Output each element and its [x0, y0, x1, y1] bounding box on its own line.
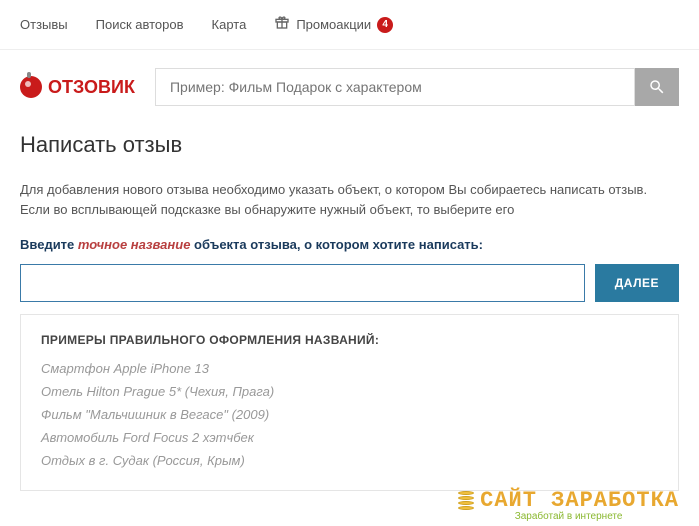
examples-box: ПРИМЕРЫ ПРАВИЛЬНОГО ОФОРМЛЕНИЯ НАЗВАНИЙ:…	[20, 314, 679, 491]
nav-map[interactable]: Карта	[212, 17, 247, 32]
gift-icon	[274, 14, 290, 35]
search-button[interactable]	[635, 68, 679, 106]
logo-icon	[20, 76, 42, 98]
example-item: Отдых в г. Судак (Россия, Крым)	[41, 453, 658, 468]
input-prompt: Введите точное название объекта отзыва, …	[20, 237, 679, 252]
prompt-highlight: точное название	[78, 237, 191, 252]
search-wrap	[155, 68, 679, 106]
coins-icon	[458, 491, 474, 510]
nav-promo[interactable]: Промоакции 4	[274, 14, 393, 35]
header: ОТЗОВИК	[0, 50, 699, 124]
nav-promo-label: Промоакции	[296, 17, 371, 32]
example-item: Отель Hilton Prague 5* (Чехия, Прага)	[41, 384, 658, 399]
example-item: Фильм "Мальчишник в Вегасе" (2009)	[41, 407, 658, 422]
example-item: Автомобиль Ford Focus 2 хэтчбек	[41, 430, 658, 445]
nav-authors[interactable]: Поиск авторов	[96, 17, 184, 32]
input-row: ДАЛЕЕ	[20, 264, 679, 302]
page-description: Для добавления нового отзыва необходимо …	[20, 180, 679, 219]
nav-reviews[interactable]: Отзывы	[20, 17, 68, 32]
search-icon	[648, 78, 666, 96]
example-item: Смартфон Apple iPhone 13	[41, 361, 658, 376]
watermark-title: САЙТ ЗАРАБОТКА	[458, 488, 679, 513]
page-title: Написать отзыв	[20, 132, 679, 158]
examples-title: ПРИМЕРЫ ПРАВИЛЬНОГО ОФОРМЛЕНИЯ НАЗВАНИЙ:	[41, 333, 658, 347]
object-name-input[interactable]	[20, 264, 585, 302]
logo[interactable]: ОТЗОВИК	[20, 76, 135, 98]
content: Написать отзыв Для добавления нового отз…	[0, 124, 699, 491]
watermark: САЙТ ЗАРАБОТКА Заработай в интернете	[458, 488, 679, 522]
promo-badge: 4	[377, 17, 393, 33]
logo-text: ОТЗОВИК	[48, 77, 135, 98]
next-button[interactable]: ДАЛЕЕ	[595, 264, 679, 302]
search-input[interactable]	[155, 68, 635, 106]
top-nav: Отзывы Поиск авторов Карта Промоакции 4	[0, 0, 699, 50]
